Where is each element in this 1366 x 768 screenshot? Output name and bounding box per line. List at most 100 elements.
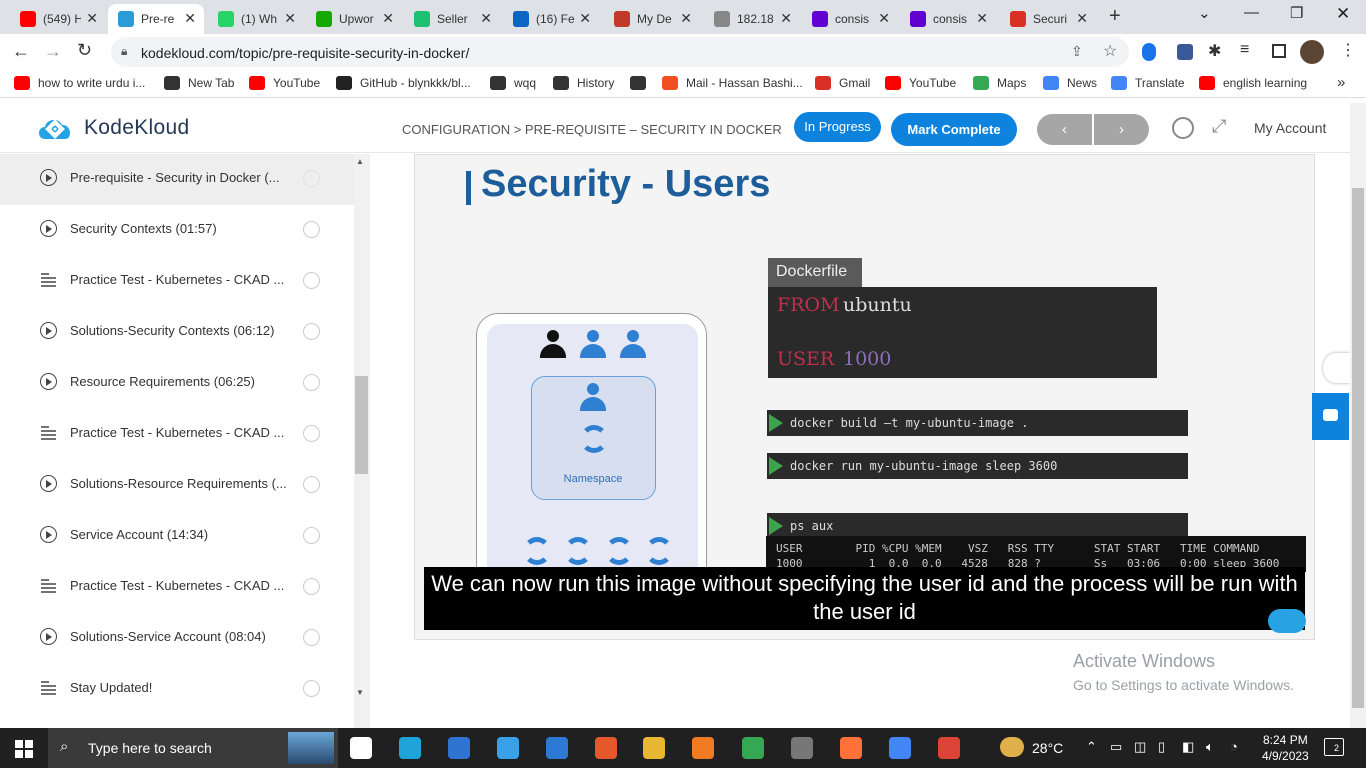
browser-tab[interactable]: Upwor ✕	[306, 4, 402, 34]
bookmark-item[interactable]: History	[553, 76, 614, 90]
address-bar[interactable]: 🔒︎ kodekloud.com/topic/pre-requisite-sec…	[111, 37, 1129, 67]
browser-tab[interactable]: My De ✕	[604, 4, 700, 34]
profile-avatar[interactable]	[1300, 40, 1324, 64]
page-scrollbar-thumb[interactable]	[1352, 188, 1364, 708]
microphone-extension-icon[interactable]	[1142, 43, 1156, 61]
kodekloud-logo-icon[interactable]	[35, 113, 75, 143]
lock-icon[interactable]: 🔒︎	[121, 44, 127, 59]
skype-icon[interactable]	[497, 737, 519, 759]
completion-circle-icon[interactable]	[303, 374, 320, 391]
notifications-icon[interactable]: 2	[1324, 738, 1344, 756]
close-tab-icon[interactable]: ✕	[86, 10, 98, 27]
extensions-puzzle-icon[interactable]: ✱	[1208, 41, 1221, 61]
close-tab-icon[interactable]: ✕	[780, 10, 792, 27]
reload-button[interactable]: ↻	[77, 40, 92, 61]
sidebar-lesson-item[interactable]: Stay Updated!	[0, 664, 354, 715]
completion-circle-icon[interactable]	[303, 170, 320, 187]
close-tab-icon[interactable]: ✕	[680, 10, 692, 27]
browser-tab[interactable]: (1) Wh ✕	[208, 4, 304, 34]
browser-tab[interactable]: consis ✕	[900, 4, 996, 34]
close-tab-icon[interactable]: ✕	[878, 10, 890, 27]
tray-app-icon[interactable]: ◫	[1134, 739, 1146, 755]
download-extension-icon[interactable]	[1177, 44, 1193, 60]
chat-button[interactable]	[1312, 393, 1349, 440]
browser-tab[interactable]: (549) H ✕	[10, 4, 106, 34]
share-icon[interactable]: ⇪	[1071, 43, 1083, 60]
close-window-button[interactable]: ✕	[1336, 4, 1350, 24]
forward-button[interactable]: →	[44, 41, 62, 62]
wifi-icon[interactable]: ◔	[1230, 739, 1238, 754]
bookmark-item[interactable]: Maps	[973, 76, 1026, 90]
more-bookmarks-chevron-icon[interactable]: »	[1337, 74, 1345, 91]
bookmark-item[interactable]: Gmail	[815, 76, 870, 90]
bookmark-item[interactable]: wqq	[490, 76, 536, 90]
browser-tab[interactable]: 182.18 ✕	[704, 4, 800, 34]
scroll-up-arrow-icon[interactable]: ▲	[356, 157, 364, 166]
bookmark-item[interactable]: GitHub - blynkkk/bl...	[336, 76, 471, 90]
sidebar-lesson-item[interactable]: Practice Test - Kubernetes - CKAD ...	[0, 562, 354, 613]
completion-circle-icon[interactable]	[303, 425, 320, 442]
close-tab-icon[interactable]: ✕	[976, 10, 988, 27]
app-icon[interactable]	[791, 737, 813, 759]
chrome-icon[interactable]	[742, 737, 764, 759]
bookmark-star-icon[interactable]: ☆	[1103, 41, 1117, 61]
completion-circle-icon[interactable]	[303, 578, 320, 595]
completion-circle-icon[interactable]	[303, 272, 320, 289]
new-tab-button[interactable]: +	[1109, 5, 1121, 28]
bookmark-item[interactable]: YouTube	[249, 76, 320, 90]
sidebar-lesson-item[interactable]: Solutions-Resource Requirements (...	[0, 460, 354, 511]
bookmark-item[interactable]: english learning	[1199, 76, 1307, 90]
edge-browser-icon[interactable]	[399, 737, 421, 759]
close-tab-icon[interactable]: ✕	[1076, 10, 1088, 27]
sidebar-lesson-item[interactable]: Service Account (14:34)	[0, 511, 354, 562]
sidebar-lesson-item[interactable]: Solutions-Service Account (08:04)	[0, 613, 354, 664]
sidebar-lesson-item[interactable]: Pre-requisite - Security in Docker (...	[0, 154, 354, 205]
completion-circle-icon[interactable]	[303, 476, 320, 493]
task-view-icon[interactable]	[350, 737, 372, 759]
sidebar-lesson-item[interactable]: Solutions-Security Contexts (06:12)	[0, 307, 354, 358]
dark-mode-toggle-icon[interactable]	[1172, 117, 1194, 139]
sidebar-lesson-item[interactable]: Resource Requirements (06:25)	[0, 358, 354, 409]
close-tab-icon[interactable]: ✕	[480, 10, 492, 27]
bookmark-item[interactable]: Translate	[1111, 76, 1185, 90]
system-clock[interactable]: 8:24 PM 4/9/2023	[1262, 732, 1309, 764]
minimize-button[interactable]: —	[1244, 4, 1259, 21]
scroll-down-arrow-icon[interactable]: ▼	[356, 688, 364, 697]
sidebar-scrollbar-thumb[interactable]	[355, 376, 368, 474]
weather-icon[interactable]	[1000, 737, 1024, 757]
voice-assistant-icon[interactable]	[1323, 353, 1350, 383]
close-tab-icon[interactable]: ✕	[184, 10, 196, 27]
browser-tab[interactable]: consis ✕	[802, 4, 898, 34]
mark-complete-button[interactable]: Mark Complete	[891, 113, 1017, 146]
weather-temperature[interactable]: 28°C	[1032, 740, 1063, 756]
close-tab-icon[interactable]: ✕	[382, 10, 394, 27]
store-icon[interactable]	[448, 737, 470, 759]
sidebar-lesson-item[interactable]: Security Contexts (01:57)	[0, 205, 354, 256]
browser-tab[interactable]: Seller ✕	[404, 4, 500, 34]
logo-text[interactable]: KodeKloud	[84, 116, 189, 140]
sidebar-lesson-item[interactable]: Practice Test - Kubernetes - CKAD ...	[0, 256, 354, 307]
reading-list-icon[interactable]: ≡	[1240, 41, 1249, 59]
app-icon[interactable]	[692, 737, 714, 759]
chrome-icon[interactable]	[938, 737, 960, 759]
tray-app-icon[interactable]: ◧	[1182, 739, 1194, 755]
chrome-icon[interactable]	[889, 737, 911, 759]
bookmark-item[interactable]: Mail - Hassan Bashi...	[662, 76, 803, 90]
network-icon[interactable]: ▭	[1110, 739, 1122, 755]
back-button[interactable]: ←	[12, 41, 30, 62]
volume-icon[interactable]: 🔈︎	[1206, 739, 1214, 755]
bookmark-item[interactable]: YouTube	[885, 76, 956, 90]
show-hidden-icons-chevron[interactable]: ⌃	[1086, 739, 1097, 755]
next-lesson-button[interactable]: ›	[1094, 114, 1149, 145]
completion-circle-icon[interactable]	[303, 629, 320, 646]
mail-icon[interactable]	[546, 737, 568, 759]
tab-search-icon[interactable]: ⌄	[1198, 4, 1211, 22]
status-badge[interactable]: In Progress	[794, 112, 881, 142]
app-icon[interactable]	[595, 737, 617, 759]
my-account-link[interactable]: My Account	[1254, 120, 1326, 136]
bookmark-item[interactable]: how to write urdu i...	[14, 76, 145, 90]
sidebar-lesson-item[interactable]: Practice Test - Kubernetes - CKAD ...	[0, 409, 354, 460]
completion-circle-icon[interactable]	[303, 221, 320, 238]
firefox-icon[interactable]	[840, 737, 862, 759]
file-explorer-icon[interactable]	[643, 737, 665, 759]
